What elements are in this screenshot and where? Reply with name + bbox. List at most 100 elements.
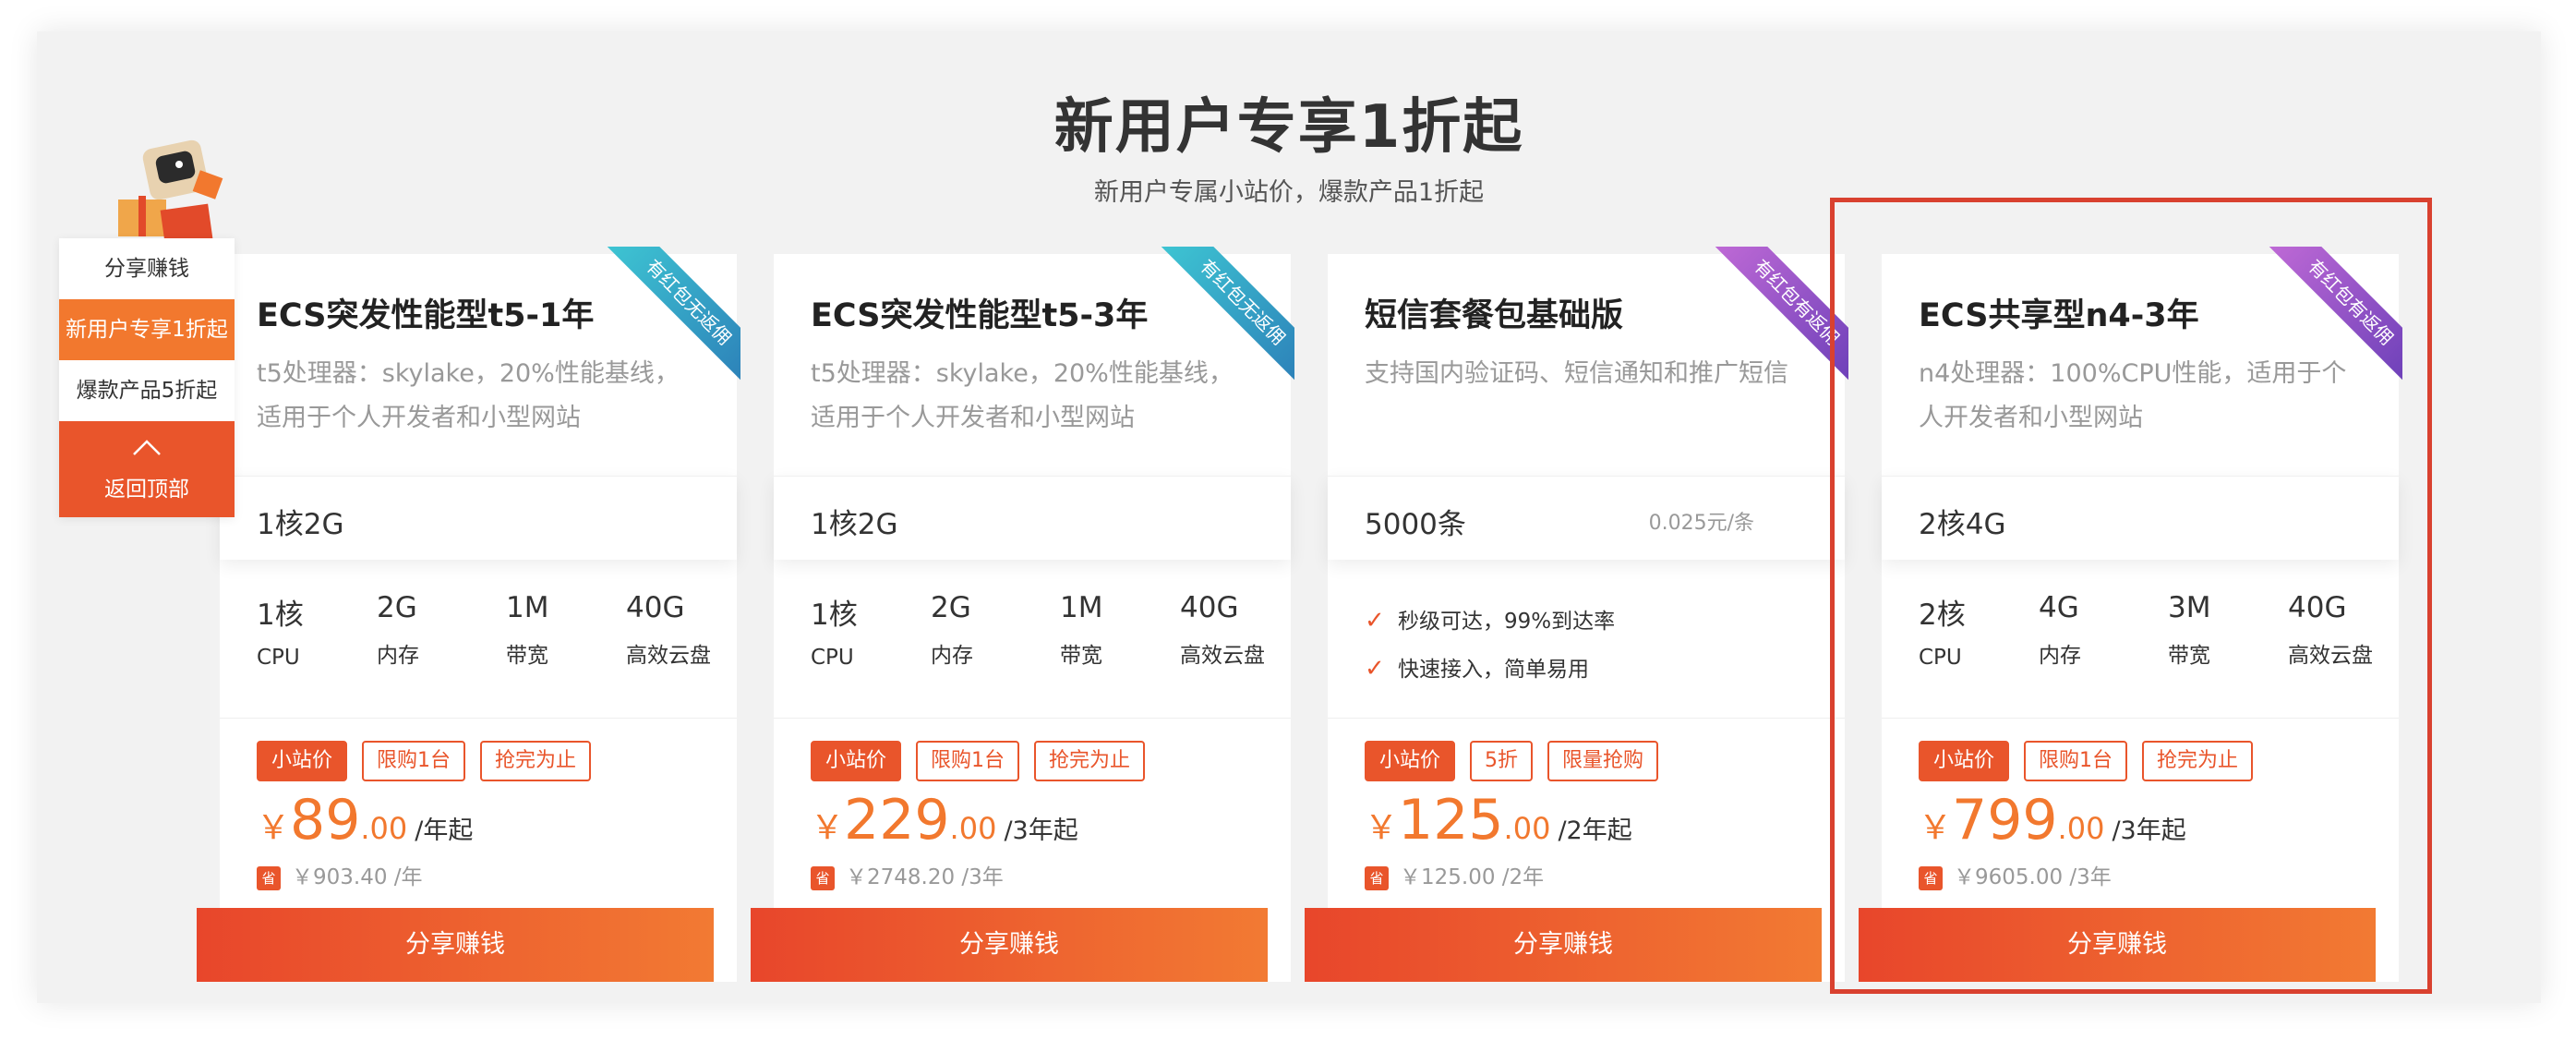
- side-nav-item-hot-products[interactable]: 爆款产品5折起: [59, 360, 235, 421]
- tag-list: 小站价 限购1台 抢完为止: [257, 741, 606, 781]
- attr-label: 内存: [931, 644, 973, 668]
- attr-value: 40G: [626, 591, 685, 624]
- feature-text: 快速接入，简单易用: [1398, 658, 1589, 682]
- price-integer: 229: [844, 788, 950, 853]
- page-title: 新用户专享1折起: [1053, 93, 1524, 162]
- card-description: t5处理器：skylake，20%性能基线，适用于个人开发者和小型网站: [257, 359, 680, 432]
- price-currency: ￥: [811, 809, 845, 847]
- savings-text: ￥125.00 /2年: [1400, 865, 1545, 889]
- divider: [220, 718, 737, 719]
- check-icon: ✓: [1365, 607, 1385, 635]
- spec-option[interactable]: 5000条 0.025元/条: [1328, 476, 1845, 560]
- attr-cpu: 1核 CPU: [257, 591, 304, 670]
- back-to-top-label: 返回顶部: [104, 478, 189, 502]
- unit-price: 0.025元/条: [1648, 512, 1754, 535]
- attr-bandwidth: 1M 带宽: [506, 591, 548, 669]
- feature-text: 秒级可达，99%到达率: [1398, 610, 1616, 634]
- tag-badge: 小站价: [811, 741, 902, 781]
- card-title: ECS突发性能型t5-1年: [257, 297, 595, 334]
- save-icon: 省: [811, 865, 835, 890]
- price-currency: ￥: [257, 809, 291, 847]
- spec-label: 5000条: [1365, 508, 1466, 541]
- attribute-list: 1核 CPU 2G 内存 1M 带宽 40G 高效云盘: [811, 591, 1272, 683]
- price: ￥229.00/3年起: [811, 788, 1078, 853]
- spec-option[interactable]: 1核2G: [220, 476, 737, 560]
- spec-label: 1核2G: [811, 508, 898, 541]
- attr-value: 1M: [1060, 591, 1103, 624]
- tag-list: 小站价 5折 限量抢购: [1365, 741, 1673, 781]
- price-currency: ￥: [1365, 809, 1399, 847]
- attr-disk: 40G 高效云盘: [626, 591, 711, 669]
- attr-label: 带宽: [1060, 644, 1102, 668]
- price-decimal: .00: [1503, 811, 1551, 846]
- tag-badge: 限购1台: [362, 741, 466, 781]
- price-unit: /3年起: [1004, 816, 1078, 845]
- attr-cpu: 1核 CPU: [811, 591, 858, 670]
- tag-badge: 小站价: [257, 741, 348, 781]
- back-to-top-button[interactable]: 返回顶部: [59, 421, 235, 517]
- attr-label: CPU: [811, 646, 854, 670]
- chevron-up-icon: [133, 440, 161, 455]
- attr-label: 带宽: [506, 644, 548, 668]
- attr-memory: 2G 内存: [377, 591, 419, 669]
- price-unit: /年起: [415, 816, 474, 845]
- card-description: 支持国内验证码、短信通知和推广短信: [1365, 359, 1788, 388]
- check-icon: ✓: [1365, 655, 1385, 683]
- savings-text: ￥903.40 /年: [292, 865, 423, 889]
- savings: 省 ￥125.00 /2年: [1365, 859, 1544, 890]
- card-title: 短信套餐包基础版: [1365, 297, 1624, 334]
- savings-text: ￥2748.20 /3年: [846, 865, 1004, 889]
- tag-badge: 5折: [1470, 741, 1534, 781]
- attr-value: 2G: [931, 591, 971, 624]
- feature-item: ✓ 秒级可达，99%到达率: [1365, 603, 1615, 635]
- attribute-list: 1核 CPU 2G 内存 1M 带宽 40G 高效云盘: [257, 591, 718, 683]
- spec-label: 1核2G: [257, 508, 344, 541]
- attr-memory: 2G 内存: [931, 591, 973, 669]
- tag-badge: 抢完为止: [1034, 741, 1146, 781]
- attr-disk: 40G 高效云盘: [1180, 591, 1265, 669]
- mascot-icon: [118, 139, 223, 246]
- savings: 省 ￥2748.20 /3年: [811, 859, 1004, 890]
- price-unit: /2年起: [1558, 816, 1632, 845]
- feature-item: ✓ 快速接入，简单易用: [1365, 651, 1589, 683]
- attr-value: 1核: [257, 599, 304, 632]
- side-nav-item-share[interactable]: 分享赚钱: [59, 238, 235, 299]
- attr-value: 1M: [506, 591, 549, 624]
- attr-label: 高效云盘: [626, 644, 711, 668]
- tag-badge: 抢完为止: [480, 741, 592, 781]
- divider: [774, 718, 1291, 719]
- price-decimal: .00: [949, 811, 997, 846]
- side-nav-item-new-user[interactable]: 新用户专享1折起: [59, 299, 235, 360]
- product-card-2: 有红包无返佣 ECS突发性能型t5-3年 t5处理器：skylake，20%性能…: [751, 247, 1294, 982]
- attr-value: 2G: [377, 591, 417, 624]
- card-description: t5处理器：skylake，20%性能基线，适用于个人开发者和小型网站: [811, 359, 1234, 432]
- attr-label: 内存: [377, 644, 419, 668]
- spec-option[interactable]: 1核2G: [774, 476, 1291, 560]
- share-button[interactable]: 分享赚钱: [751, 908, 1268, 982]
- tag-badge: 限量抢购: [1547, 741, 1659, 781]
- floating-side-nav: 分享赚钱 新用户专享1折起 爆款产品5折起 返回顶部: [59, 238, 235, 517]
- tag-badge: 限购1台: [916, 741, 1020, 781]
- price-integer: 89: [290, 788, 361, 853]
- card-title: ECS突发性能型t5-3年: [811, 297, 1149, 334]
- price: ￥125.00/2年起: [1365, 788, 1632, 853]
- savings: 省 ￥903.40 /年: [257, 859, 423, 890]
- price-decimal: .00: [360, 811, 408, 846]
- product-card-3: 有红包有返佣 短信套餐包基础版 支持国内验证码、短信通知和推广短信 5000条 …: [1305, 247, 1848, 982]
- tag-badge: 小站价: [1365, 741, 1456, 781]
- attr-value: 40G: [1180, 591, 1239, 624]
- tag-list: 小站价 限购1台 抢完为止: [811, 741, 1160, 781]
- attr-bandwidth: 1M 带宽: [1060, 591, 1102, 669]
- attr-label: CPU: [257, 646, 300, 670]
- save-icon: 省: [1365, 865, 1389, 890]
- attr-label: 高效云盘: [1180, 644, 1265, 668]
- share-button[interactable]: 分享赚钱: [197, 908, 714, 982]
- attr-value: 1核: [811, 599, 858, 632]
- save-icon: 省: [257, 865, 281, 890]
- highlight-box: [1830, 198, 2432, 994]
- price: ￥89.00/年起: [257, 788, 473, 853]
- share-button[interactable]: 分享赚钱: [1305, 908, 1822, 982]
- product-card-1: 有红包无返佣 ECS突发性能型t5-1年 t5处理器：skylake，20%性能…: [197, 247, 740, 982]
- divider: [1328, 718, 1845, 719]
- price-integer: 125: [1398, 788, 1504, 853]
